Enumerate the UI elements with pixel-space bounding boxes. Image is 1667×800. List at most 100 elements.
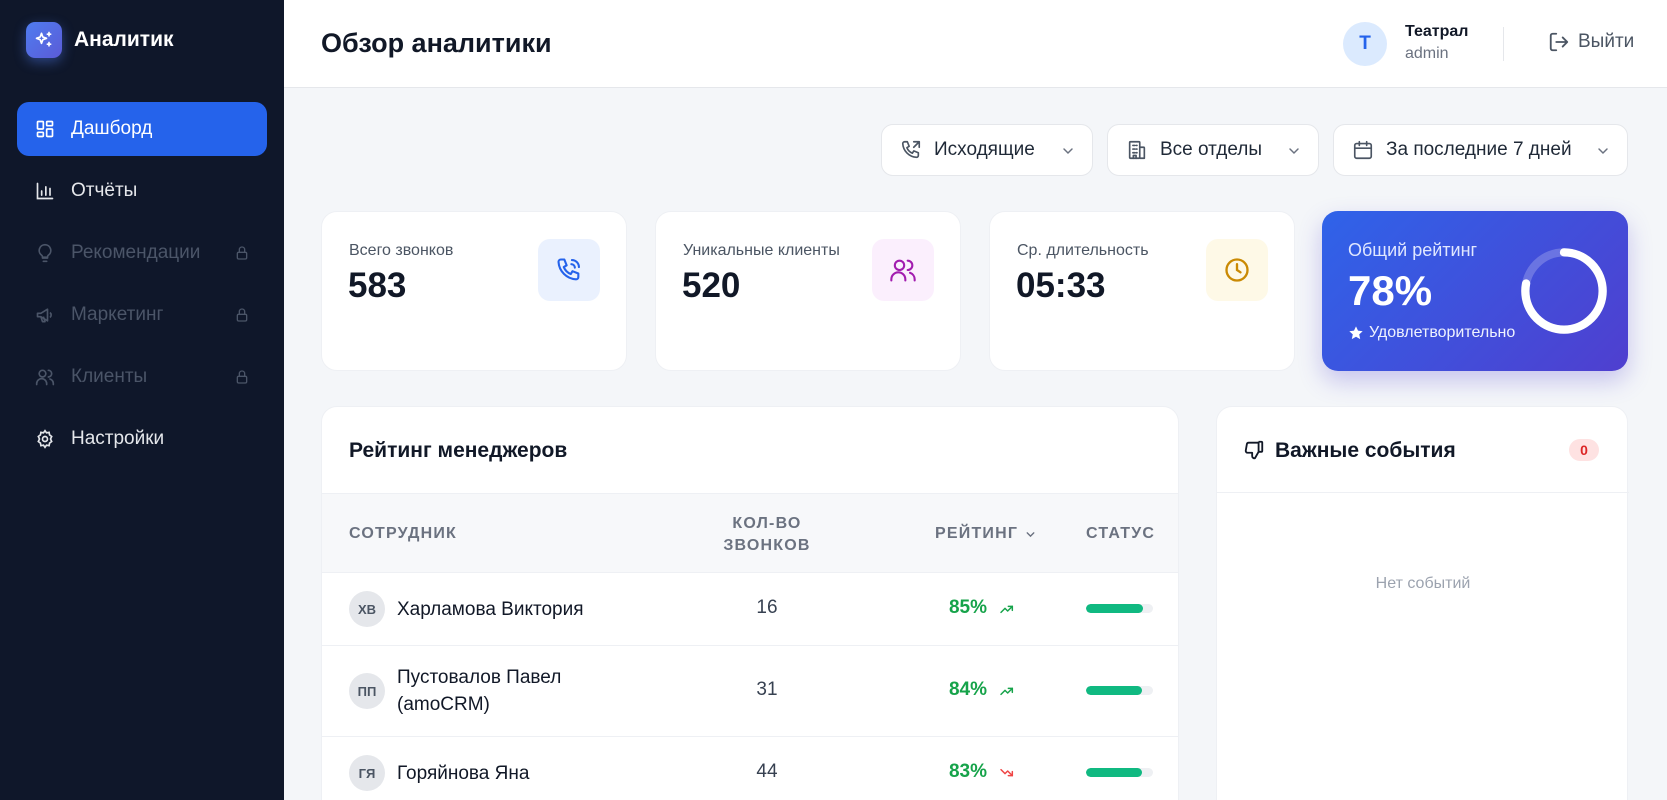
column-header-employee[interactable]: Сотрудник: [349, 525, 457, 543]
events-title: Важные события: [1275, 439, 1456, 462]
status-bar: [1086, 604, 1153, 613]
page-title: Обзор аналитики: [321, 28, 552, 58]
users-icon: [35, 367, 55, 387]
table-header: Сотрудник Кол-во звонков Рейтинг Статус: [322, 493, 1178, 573]
brand[interactable]: Аналитик: [26, 22, 173, 58]
events-header: Важные события 0: [1217, 407, 1629, 493]
sparkle-icon: [26, 22, 62, 58]
sidebar-nav: Дашборд Отчёты Рекомендации Маркетинг Кл…: [17, 102, 267, 474]
rating-value: 78%: [1348, 267, 1433, 314]
sidebar-item-label: Клиенты: [71, 366, 148, 387]
clock-icon: [1206, 239, 1268, 301]
building-icon: [1126, 139, 1148, 161]
top-header: Обзор аналитики Т Театрал admin Выйти: [284, 0, 1667, 88]
sidebar-item-label: Настройки: [71, 428, 165, 449]
calendar-icon: [1352, 139, 1374, 161]
status-bar: [1086, 686, 1153, 695]
department-filter[interactable]: Все отделы: [1107, 124, 1319, 176]
status-bar-fill: [1086, 686, 1143, 695]
sidebar-item-label: Рекомендации: [71, 242, 201, 263]
rating-status-text: Удовлетворительно: [1369, 324, 1516, 341]
brand-name: Аналитик: [74, 28, 174, 51]
calls-count: 31: [756, 679, 778, 700]
avatar: ХВ: [349, 591, 385, 627]
logout-label: Выйти: [1578, 31, 1635, 52]
megaphone-icon: [35, 305, 55, 325]
dashboard-grid-icon: [35, 119, 55, 139]
lock-icon: [234, 245, 250, 261]
status-bar-fill: [1086, 768, 1142, 777]
stat-value: 583: [348, 266, 407, 305]
stat-card-unique-clients: Уникальные клиенты 520: [655, 211, 961, 371]
rating-value: 83%: [948, 761, 987, 782]
department-value: Все отделы: [1160, 139, 1263, 160]
employee-name: Пустовалов Павел (amoCRM): [397, 667, 562, 715]
stat-label: Всего звонков: [349, 242, 454, 259]
logout-icon: [1548, 31, 1570, 53]
lock-icon: [234, 369, 250, 385]
column-header-rating-label: Рейтинг: [935, 525, 1019, 542]
status-bar-fill: [1086, 604, 1143, 613]
rating-progress-ring: [1521, 248, 1607, 334]
rating-value: 85%: [948, 597, 987, 618]
sidebar-item-label: Отчёты: [71, 180, 138, 201]
phone-outgoing-icon: [900, 139, 922, 161]
trend-down-icon: [999, 765, 1015, 781]
lock-icon: [234, 307, 250, 323]
rating-status: Удовлетворительно: [1348, 324, 1515, 342]
phone-icon: [538, 239, 600, 301]
period-value: За последние 7 дней: [1386, 139, 1572, 160]
gear-icon: [35, 429, 55, 449]
logout-button[interactable]: Выйти: [1548, 31, 1634, 53]
status-bar: [1086, 768, 1153, 777]
column-header-rating[interactable]: Рейтинг: [935, 525, 1037, 543]
user-role: admin: [1405, 45, 1449, 62]
calls-count: 16: [756, 597, 778, 618]
avatar[interactable]: Т: [1343, 22, 1387, 66]
sidebar-item-label: Маркетинг: [71, 304, 164, 325]
employee-name: Харламова Виктория: [397, 599, 584, 620]
managers-rating-panel: Рейтинг менеджеров Сотрудник Кол-во звон…: [321, 406, 1179, 800]
stat-card-overall-rating: Общий рейтинг 78% Удовлетворительно: [1322, 211, 1628, 371]
chevron-down-icon: [1286, 143, 1302, 159]
avatar: ПП: [349, 673, 385, 709]
sidebar-item-reports[interactable]: Отчёты: [17, 164, 267, 218]
stat-label: Ср. длительность: [1017, 242, 1149, 259]
chevron-down-icon: [1595, 143, 1611, 159]
chevron-down-icon: [1060, 143, 1076, 159]
trend-up-icon: [999, 601, 1015, 617]
chevron-down-icon: [1024, 528, 1037, 541]
table-row[interactable]: ПП Пустовалов Павел (amoCRM) 31 84%: [322, 646, 1178, 737]
call-type-filter[interactable]: Исходящие: [881, 124, 1093, 176]
trend-up-icon: [999, 683, 1015, 699]
column-header-calls[interactable]: Кол-во звонков: [712, 513, 822, 557]
avatar: ГЯ: [349, 755, 385, 791]
sidebar-item-label: Дашборд: [71, 118, 153, 139]
calls-count: 44: [756, 761, 778, 782]
call-type-value: Исходящие: [934, 139, 1035, 160]
employee-name: Горяйнова Яна: [397, 763, 530, 784]
rating-value: 84%: [948, 679, 987, 700]
stat-card-avg-duration: Ср. длительность 05:33: [989, 211, 1295, 371]
table-row[interactable]: ГЯ Горяйнова Яна 44 83%: [322, 737, 1178, 800]
header-divider: [1503, 27, 1504, 61]
sidebar: Аналитик Дашборд Отчёты Рекомендации Мар…: [0, 0, 284, 800]
sidebar-item-recommendations[interactable]: Рекомендации: [17, 226, 267, 280]
sidebar-item-settings[interactable]: Настройки: [17, 412, 267, 466]
period-filter[interactable]: За последние 7 дней: [1333, 124, 1628, 176]
sidebar-item-clients[interactable]: Клиенты: [17, 350, 267, 404]
table-row[interactable]: ХВ Харламова Виктория 16 85%: [322, 573, 1178, 646]
bar-chart-icon: [35, 181, 55, 201]
rating-label: Общий рейтинг: [1348, 240, 1478, 260]
column-header-status[interactable]: Статус: [1086, 525, 1155, 543]
users-icon: [872, 239, 934, 301]
sidebar-item-marketing[interactable]: Маркетинг: [17, 288, 267, 342]
star-icon: [1348, 325, 1364, 341]
sidebar-item-dashboard[interactable]: Дашборд: [17, 102, 267, 156]
important-events-panel: Важные события 0 Нет событий: [1216, 406, 1629, 800]
panel-title: Рейтинг менеджеров: [349, 439, 568, 462]
thumbs-down-icon: [1243, 439, 1265, 461]
stat-value: 05:33: [1016, 266, 1106, 305]
events-empty-state: Нет событий: [1375, 575, 1471, 592]
stat-value: 520: [682, 266, 741, 305]
